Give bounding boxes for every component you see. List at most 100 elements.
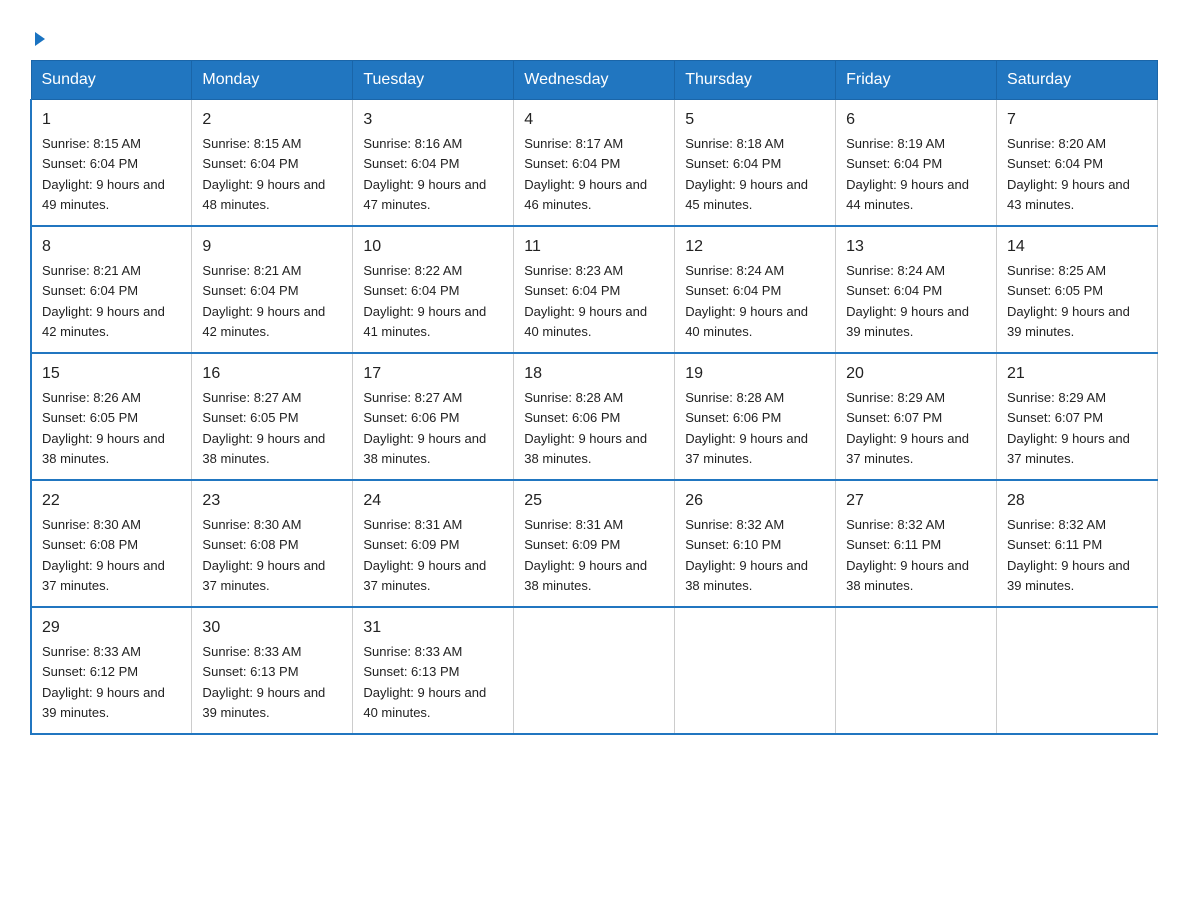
- day-info: Sunrise: 8:26 AMSunset: 6:05 PMDaylight:…: [42, 390, 165, 466]
- logo-blue-text: [30, 32, 45, 44]
- day-number: 8: [42, 235, 181, 259]
- day-info: Sunrise: 8:29 AMSunset: 6:07 PMDaylight:…: [846, 390, 969, 466]
- day-info: Sunrise: 8:25 AMSunset: 6:05 PMDaylight:…: [1007, 263, 1130, 339]
- calendar-day-cell: 27 Sunrise: 8:32 AMSunset: 6:11 PMDaylig…: [836, 480, 997, 607]
- calendar-day-cell: 30 Sunrise: 8:33 AMSunset: 6:13 PMDaylig…: [192, 607, 353, 734]
- day-number: 26: [685, 489, 825, 513]
- calendar-day-cell: 26 Sunrise: 8:32 AMSunset: 6:10 PMDaylig…: [675, 480, 836, 607]
- day-number: 25: [524, 489, 664, 513]
- calendar-day-cell: 11 Sunrise: 8:23 AMSunset: 6:04 PMDaylig…: [514, 226, 675, 353]
- day-number: 3: [363, 108, 503, 132]
- day-number: 27: [846, 489, 986, 513]
- calendar-day-cell: 13 Sunrise: 8:24 AMSunset: 6:04 PMDaylig…: [836, 226, 997, 353]
- day-info: Sunrise: 8:16 AMSunset: 6:04 PMDaylight:…: [363, 136, 486, 212]
- calendar-day-cell: 15 Sunrise: 8:26 AMSunset: 6:05 PMDaylig…: [31, 353, 192, 480]
- weekday-header: Saturday: [997, 61, 1158, 100]
- calendar-day-cell: 14 Sunrise: 8:25 AMSunset: 6:05 PMDaylig…: [997, 226, 1158, 353]
- day-number: 12: [685, 235, 825, 259]
- day-number: 22: [42, 489, 181, 513]
- day-number: 4: [524, 108, 664, 132]
- calendar-day-cell: [836, 607, 997, 734]
- calendar-day-cell: 18 Sunrise: 8:28 AMSunset: 6:06 PMDaylig…: [514, 353, 675, 480]
- calendar-day-cell: 23 Sunrise: 8:30 AMSunset: 6:08 PMDaylig…: [192, 480, 353, 607]
- logo: [30, 32, 45, 44]
- day-info: Sunrise: 8:28 AMSunset: 6:06 PMDaylight:…: [524, 390, 647, 466]
- day-info: Sunrise: 8:33 AMSunset: 6:12 PMDaylight:…: [42, 644, 165, 720]
- calendar-day-cell: 1 Sunrise: 8:15 AMSunset: 6:04 PMDayligh…: [31, 100, 192, 227]
- day-number: 21: [1007, 362, 1147, 386]
- calendar-day-cell: 6 Sunrise: 8:19 AMSunset: 6:04 PMDayligh…: [836, 100, 997, 227]
- day-info: Sunrise: 8:31 AMSunset: 6:09 PMDaylight:…: [363, 517, 486, 593]
- day-info: Sunrise: 8:27 AMSunset: 6:05 PMDaylight:…: [202, 390, 325, 466]
- day-info: Sunrise: 8:15 AMSunset: 6:04 PMDaylight:…: [202, 136, 325, 212]
- calendar-day-cell: [514, 607, 675, 734]
- calendar-day-cell: 28 Sunrise: 8:32 AMSunset: 6:11 PMDaylig…: [997, 480, 1158, 607]
- calendar-week-row: 29 Sunrise: 8:33 AMSunset: 6:12 PMDaylig…: [31, 607, 1158, 734]
- day-number: 10: [363, 235, 503, 259]
- calendar-table: SundayMondayTuesdayWednesdayThursdayFrid…: [30, 60, 1158, 735]
- day-number: 28: [1007, 489, 1147, 513]
- calendar-week-row: 22 Sunrise: 8:30 AMSunset: 6:08 PMDaylig…: [31, 480, 1158, 607]
- day-info: Sunrise: 8:21 AMSunset: 6:04 PMDaylight:…: [42, 263, 165, 339]
- day-info: Sunrise: 8:33 AMSunset: 6:13 PMDaylight:…: [202, 644, 325, 720]
- day-info: Sunrise: 8:19 AMSunset: 6:04 PMDaylight:…: [846, 136, 969, 212]
- day-number: 17: [363, 362, 503, 386]
- day-info: Sunrise: 8:32 AMSunset: 6:11 PMDaylight:…: [1007, 517, 1130, 593]
- calendar-day-cell: 2 Sunrise: 8:15 AMSunset: 6:04 PMDayligh…: [192, 100, 353, 227]
- day-info: Sunrise: 8:30 AMSunset: 6:08 PMDaylight:…: [202, 517, 325, 593]
- calendar-day-cell: 5 Sunrise: 8:18 AMSunset: 6:04 PMDayligh…: [675, 100, 836, 227]
- calendar-day-cell: 3 Sunrise: 8:16 AMSunset: 6:04 PMDayligh…: [353, 100, 514, 227]
- day-number: 13: [846, 235, 986, 259]
- day-number: 20: [846, 362, 986, 386]
- calendar-week-row: 15 Sunrise: 8:26 AMSunset: 6:05 PMDaylig…: [31, 353, 1158, 480]
- weekday-header: Tuesday: [353, 61, 514, 100]
- day-info: Sunrise: 8:24 AMSunset: 6:04 PMDaylight:…: [685, 263, 808, 339]
- calendar-day-cell: 17 Sunrise: 8:27 AMSunset: 6:06 PMDaylig…: [353, 353, 514, 480]
- day-info: Sunrise: 8:22 AMSunset: 6:04 PMDaylight:…: [363, 263, 486, 339]
- calendar-day-cell: 21 Sunrise: 8:29 AMSunset: 6:07 PMDaylig…: [997, 353, 1158, 480]
- calendar-body: 1 Sunrise: 8:15 AMSunset: 6:04 PMDayligh…: [31, 100, 1158, 735]
- day-info: Sunrise: 8:23 AMSunset: 6:04 PMDaylight:…: [524, 263, 647, 339]
- day-info: Sunrise: 8:31 AMSunset: 6:09 PMDaylight:…: [524, 517, 647, 593]
- calendar-day-cell: 22 Sunrise: 8:30 AMSunset: 6:08 PMDaylig…: [31, 480, 192, 607]
- day-info: Sunrise: 8:29 AMSunset: 6:07 PMDaylight:…: [1007, 390, 1130, 466]
- calendar-day-cell: 25 Sunrise: 8:31 AMSunset: 6:09 PMDaylig…: [514, 480, 675, 607]
- weekday-header: Thursday: [675, 61, 836, 100]
- calendar-day-cell: 20 Sunrise: 8:29 AMSunset: 6:07 PMDaylig…: [836, 353, 997, 480]
- calendar-day-cell: 7 Sunrise: 8:20 AMSunset: 6:04 PMDayligh…: [997, 100, 1158, 227]
- day-info: Sunrise: 8:17 AMSunset: 6:04 PMDaylight:…: [524, 136, 647, 212]
- day-info: Sunrise: 8:32 AMSunset: 6:11 PMDaylight:…: [846, 517, 969, 593]
- day-number: 18: [524, 362, 664, 386]
- calendar-day-cell: 12 Sunrise: 8:24 AMSunset: 6:04 PMDaylig…: [675, 226, 836, 353]
- calendar-day-cell: 8 Sunrise: 8:21 AMSunset: 6:04 PMDayligh…: [31, 226, 192, 353]
- calendar-week-row: 8 Sunrise: 8:21 AMSunset: 6:04 PMDayligh…: [31, 226, 1158, 353]
- header: [30, 24, 1158, 44]
- day-number: 31: [363, 616, 503, 640]
- day-number: 19: [685, 362, 825, 386]
- calendar-day-cell: [997, 607, 1158, 734]
- calendar-day-cell: 4 Sunrise: 8:17 AMSunset: 6:04 PMDayligh…: [514, 100, 675, 227]
- calendar-day-cell: 16 Sunrise: 8:27 AMSunset: 6:05 PMDaylig…: [192, 353, 353, 480]
- weekday-header: Friday: [836, 61, 997, 100]
- day-info: Sunrise: 8:33 AMSunset: 6:13 PMDaylight:…: [363, 644, 486, 720]
- calendar-day-cell: 31 Sunrise: 8:33 AMSunset: 6:13 PMDaylig…: [353, 607, 514, 734]
- day-info: Sunrise: 8:28 AMSunset: 6:06 PMDaylight:…: [685, 390, 808, 466]
- day-info: Sunrise: 8:24 AMSunset: 6:04 PMDaylight:…: [846, 263, 969, 339]
- day-number: 5: [685, 108, 825, 132]
- calendar-day-cell: 19 Sunrise: 8:28 AMSunset: 6:06 PMDaylig…: [675, 353, 836, 480]
- weekday-header: Wednesday: [514, 61, 675, 100]
- calendar-week-row: 1 Sunrise: 8:15 AMSunset: 6:04 PMDayligh…: [31, 100, 1158, 227]
- calendar-day-cell: 9 Sunrise: 8:21 AMSunset: 6:04 PMDayligh…: [192, 226, 353, 353]
- weekday-header: Sunday: [31, 61, 192, 100]
- calendar-day-cell: 24 Sunrise: 8:31 AMSunset: 6:09 PMDaylig…: [353, 480, 514, 607]
- day-info: Sunrise: 8:18 AMSunset: 6:04 PMDaylight:…: [685, 136, 808, 212]
- day-number: 23: [202, 489, 342, 513]
- day-info: Sunrise: 8:32 AMSunset: 6:10 PMDaylight:…: [685, 517, 808, 593]
- calendar-day-cell: [675, 607, 836, 734]
- calendar-day-cell: 29 Sunrise: 8:33 AMSunset: 6:12 PMDaylig…: [31, 607, 192, 734]
- day-info: Sunrise: 8:15 AMSunset: 6:04 PMDaylight:…: [42, 136, 165, 212]
- day-number: 15: [42, 362, 181, 386]
- logo-arrow-icon: [35, 32, 45, 46]
- day-number: 9: [202, 235, 342, 259]
- day-info: Sunrise: 8:27 AMSunset: 6:06 PMDaylight:…: [363, 390, 486, 466]
